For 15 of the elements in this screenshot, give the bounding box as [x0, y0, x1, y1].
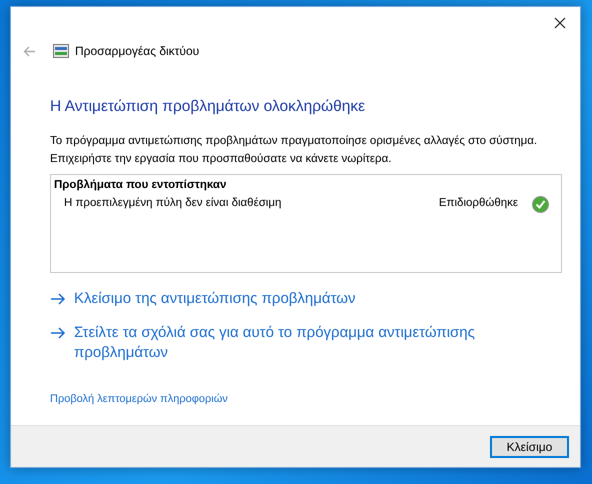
arrow-icon [50, 327, 66, 339]
problems-title: Προβλήματα που εντοπίστηκαν [54, 178, 228, 193]
action-link[interactable]: Κλείσιμο της αντιμετώπισης προβλημάτων [50, 289, 560, 309]
problem-status: Επιδιορθώθηκε [438, 196, 518, 212]
page-heading: Η Αντιμετώπιση προβλημάτων ολοκληρώθηκε [50, 97, 366, 117]
description-text: Το πρόγραμμα αντιμετώπισης προβλημάτων πραγματοποίησε ορισμένες αλλαγές στο σύστημα. Επιχειρήστε την εργασία που προσπαθούσατε να κάνετε νωρίτερα. [50, 134, 538, 167]
back-arrow-icon [22, 46, 36, 56]
close-dialog-button[interactable]: Κλείσιμο [490, 436, 569, 458]
network-adapter-icon [53, 43, 69, 59]
arrow-icon [50, 293, 66, 305]
window-title: Προσαρμογέας δικτύου [75, 43, 200, 60]
close-icon [554, 17, 566, 29]
details-link[interactable]: Προβολή λεπτομερών πληροφοριών [50, 391, 228, 408]
action-link[interactable]: Στείλτε τα σχόλιά σας για αυτό το πρόγραμμα αντιμετώπισης προβλημάτων [50, 323, 560, 363]
problem-name: Η προεπιλεγμένη πύλη δεν είναι διαθέσιμη [64, 196, 282, 212]
